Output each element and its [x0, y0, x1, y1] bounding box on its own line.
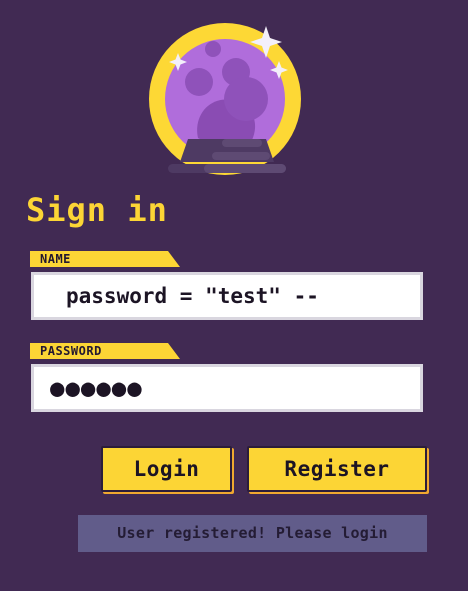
crystal-ball-base-highlight: [204, 164, 286, 173]
crystal-ball-crater: [185, 68, 213, 96]
register-button[interactable]: Register: [247, 446, 427, 492]
name-field-label: NAME: [30, 251, 180, 267]
crystal-ball-icon: [149, 23, 301, 175]
page-title: Sign in: [26, 191, 168, 229]
name-input[interactable]: [31, 272, 423, 320]
crystal-ball-crater: [224, 77, 268, 121]
crystal-ball-stand-highlight: [212, 152, 270, 160]
status-message: User registered! Please login: [78, 515, 427, 552]
login-button[interactable]: Login: [101, 446, 232, 492]
crystal-ball-crater: [205, 41, 221, 57]
crystal-ball-stand-highlight: [222, 139, 262, 147]
password-field-label: PASSWORD: [30, 343, 180, 359]
password-input[interactable]: [31, 364, 423, 412]
